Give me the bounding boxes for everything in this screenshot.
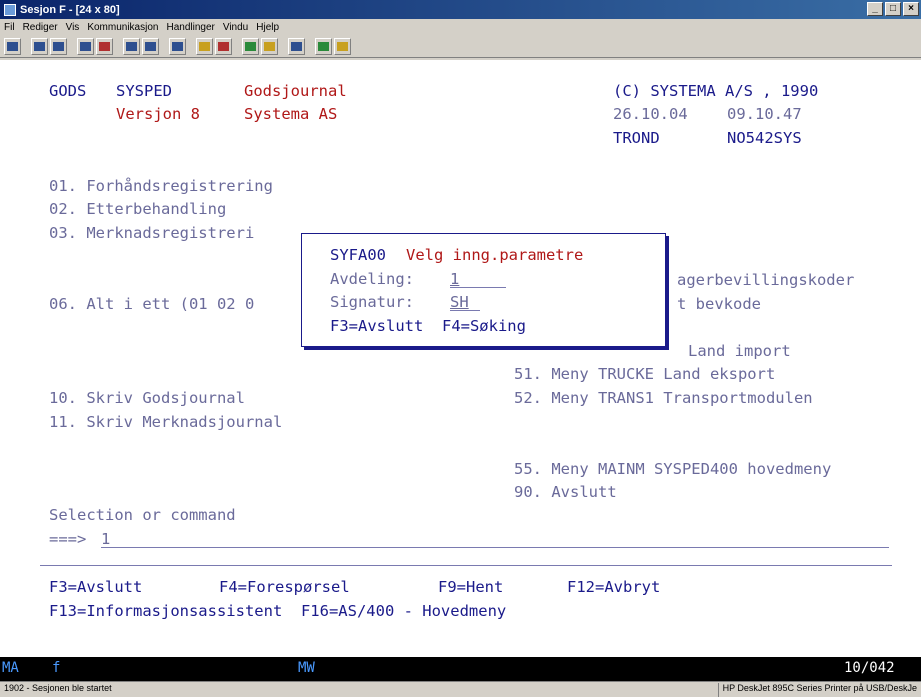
fkey-f3[interactable]: F3=Avslutt bbox=[49, 578, 142, 596]
fkey-f12[interactable]: F12=Avbryt bbox=[567, 578, 660, 596]
menu-item-90[interactable]: 90. Avslutt bbox=[514, 483, 617, 501]
copy-icon[interactable] bbox=[31, 38, 48, 55]
header-copyright: (C) SYSTEMA A/S , 1990 bbox=[613, 82, 819, 100]
macro-play-icon[interactable] bbox=[196, 38, 213, 55]
menu-item-10[interactable]: 10. Skriv Godsjournal bbox=[49, 389, 245, 407]
status-bar: 1902 - Sesjonen ble startet HP DeskJet 8… bbox=[0, 681, 921, 697]
avdeling-label: Avdeling: bbox=[330, 270, 414, 288]
header-app: GODS bbox=[49, 82, 87, 100]
fkey-f9[interactable]: F9=Hent bbox=[438, 578, 503, 596]
window-title: Sesjon F - [24 x 80] bbox=[20, 3, 120, 16]
macro-stop-icon[interactable] bbox=[215, 38, 232, 55]
tag-icon[interactable] bbox=[334, 38, 351, 55]
fkey-row2[interactable]: F13=Informasjonsassistent F16=AS/400 - H… bbox=[49, 602, 506, 620]
header-time: 09.10.47 bbox=[727, 105, 802, 123]
signatur-label: Signatur: bbox=[330, 293, 414, 311]
menu-rediger[interactable]: Rediger bbox=[23, 22, 58, 33]
paste-icon[interactable] bbox=[50, 38, 67, 55]
header-version: Versjon 8 bbox=[116, 105, 200, 123]
header-company: Systema AS bbox=[244, 105, 338, 123]
status-mw: MW bbox=[298, 660, 315, 676]
terminal-screen[interactable]: GODS SYSPED Godsjournal (C) SYSTEMA A/S … bbox=[0, 60, 921, 657]
menu-item-52[interactable]: 52. Meny TRANS1 Transportmodulen bbox=[514, 389, 813, 407]
command-label: Selection or command bbox=[49, 506, 236, 524]
send-icon[interactable] bbox=[77, 38, 94, 55]
menu-item-51[interactable]: 51. Meny TRUCKE Land eksport bbox=[514, 365, 775, 383]
menu-kommunikasjon[interactable]: Kommunikasjon bbox=[87, 22, 158, 33]
session-status: 1902 - Sesjonen ble startet bbox=[4, 683, 112, 693]
clipboard-icon[interactable] bbox=[288, 38, 305, 55]
menu-item-fragment-3[interactable]: Land import bbox=[688, 342, 791, 360]
menu-item-fragment-2[interactable]: t bevkode bbox=[677, 295, 761, 313]
parameter-dialog: SYFA00 Velg inng.parametre Avdeling: 1 S… bbox=[301, 233, 666, 347]
record-icon[interactable] bbox=[169, 38, 186, 55]
menu-item-fragment-1[interactable]: agerbevillingskoder bbox=[677, 271, 854, 289]
app-icon bbox=[4, 3, 16, 16]
header-user: TROND bbox=[613, 129, 660, 147]
menu-item-11[interactable]: 11. Skriv Merknadsjournal bbox=[49, 413, 282, 431]
menu-hjelp[interactable]: Hjelp bbox=[256, 22, 279, 33]
dialog-fkeys[interactable]: F3=Avslutt F4=Søking bbox=[330, 317, 526, 335]
header-system: SYSPED bbox=[116, 82, 172, 100]
minimize-button[interactable]: _ bbox=[867, 2, 883, 16]
header-date: 26.10.04 bbox=[613, 105, 688, 123]
close-button[interactable]: × bbox=[903, 2, 919, 16]
signatur-input[interactable]: SH bbox=[450, 293, 469, 311]
fkey-f4[interactable]: F4=Forespørsel bbox=[219, 578, 350, 596]
window-title-bar[interactable]: Sesjon F - [24 x 80] _ □ × bbox=[0, 0, 921, 19]
menu-item-03[interactable]: 03. Merknadsregistreri bbox=[49, 224, 254, 242]
menu-item-02[interactable]: 02. Etterbehandling bbox=[49, 200, 226, 218]
toolbar bbox=[0, 36, 921, 58]
avdeling-input[interactable]: 1 bbox=[450, 270, 505, 288]
display-icon[interactable] bbox=[123, 38, 140, 55]
print-screen-icon[interactable] bbox=[4, 38, 21, 55]
command-input[interactable]: 1 bbox=[101, 530, 110, 548]
dialog-id: SYFA00 bbox=[330, 246, 386, 264]
disconnect-icon[interactable] bbox=[261, 38, 278, 55]
menu-fil[interactable]: Fil bbox=[4, 22, 15, 33]
keyboard-icon[interactable] bbox=[142, 38, 159, 55]
dialog-title: Velg inng.parametre bbox=[406, 246, 584, 264]
header-module: Godsjournal bbox=[244, 82, 347, 100]
menu-bar: Fil Rediger Vis Kommunikasjon Handlinger… bbox=[0, 19, 921, 35]
cursor-position: 10/042 bbox=[844, 660, 895, 676]
operator-info-area: MA f MW 10/042 bbox=[0, 657, 921, 681]
connect-icon[interactable] bbox=[242, 38, 259, 55]
menu-item-01[interactable]: 01. Forhåndsregistrering bbox=[49, 177, 273, 195]
header-device: NO542SYS bbox=[727, 129, 802, 147]
signatur-underline bbox=[450, 310, 480, 311]
receive-icon[interactable] bbox=[96, 38, 113, 55]
globe-icon[interactable] bbox=[315, 38, 332, 55]
command-input-underline bbox=[101, 547, 889, 548]
status-f: f bbox=[52, 660, 61, 676]
avdeling-underline bbox=[450, 287, 506, 288]
status-ma: MA bbox=[2, 660, 19, 676]
menu-item-06[interactable]: 06. Alt i ett (01 02 0 bbox=[49, 295, 254, 313]
command-prompt: ===> bbox=[49, 530, 87, 548]
fkeys-separator bbox=[40, 565, 892, 566]
menu-vindu[interactable]: Vindu bbox=[223, 22, 248, 33]
maximize-button[interactable]: □ bbox=[885, 2, 901, 16]
menu-item-55[interactable]: 55. Meny MAINM SYSPED400 hovedmeny bbox=[514, 460, 831, 478]
menu-vis[interactable]: Vis bbox=[66, 22, 80, 33]
menu-handlinger[interactable]: Handlinger bbox=[166, 22, 214, 33]
